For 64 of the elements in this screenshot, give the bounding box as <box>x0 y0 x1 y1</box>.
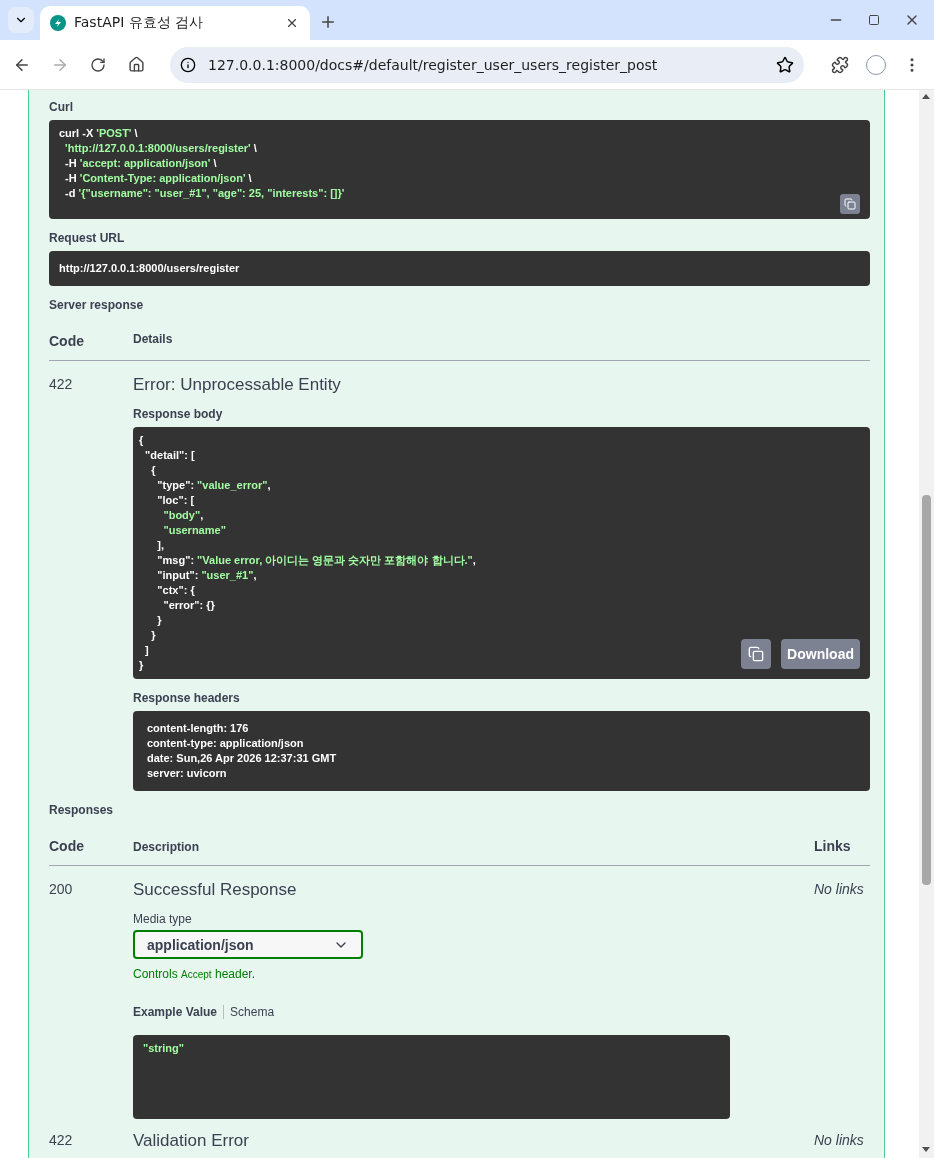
download-button[interactable]: Download <box>781 639 860 669</box>
address-bar[interactable]: 127.0.0.1:8000/docs#/default/register_user_users_register_post <box>170 46 804 83</box>
section-label: Curl <box>49 100 74 114</box>
column-header: Code <box>49 838 84 854</box>
links-text: No links <box>814 1132 864 1148</box>
code-line: 'http://127.0.0.1:8000/users/register' \ <box>64 141 257 156</box>
code-line: "msg": "Value error, 아이디는 영문과 숫자만 포함해야 합니다.", <box>156 553 476 568</box>
code-line: "detail": [ <box>144 448 195 463</box>
browser-tab[interactable]: FastAPI 유효성 검사 <box>40 6 310 40</box>
app-logo-icon <box>50 15 66 31</box>
star-icon[interactable] <box>776 55 794 74</box>
section-label: Server response <box>49 298 145 312</box>
code-line: -H 'accept: application/json' \ <box>64 156 217 171</box>
header-line: date: Sun,26 Apr 2026 12:37:31 GMT <box>147 751 337 766</box>
code-line: } <box>156 613 162 628</box>
code-line: "ctx": { <box>156 583 195 598</box>
code-line: curl -X 'POST' \ <box>59 126 138 141</box>
code-line: "loc": [ <box>156 493 195 508</box>
field-label: Media type <box>133 912 193 926</box>
header-line: content-length: 176 <box>147 721 249 736</box>
copy-button[interactable] <box>741 639 772 669</box>
code-line: "input": "user_#1", <box>156 568 257 583</box>
header-line: content-type: application/json <box>147 736 304 751</box>
code-line: { <box>139 433 144 448</box>
info-icon[interactable] <box>180 56 196 73</box>
address-text: 127.0.0.1:8000/docs#/default/register_user_users_register_post <box>208 56 659 73</box>
response-title: Validation Error <box>133 1131 250 1151</box>
column-header: Links <box>814 838 851 854</box>
code-line: "body", <box>162 508 204 523</box>
copy-icon <box>748 646 765 662</box>
example-tab[interactable]: Schema <box>224 1005 281 1019</box>
code-line: } <box>139 658 144 673</box>
example-value: "string" <box>143 1041 184 1056</box>
tab-title: FastAPI 유효성 검사 <box>74 14 205 32</box>
links-text: No links <box>814 881 864 897</box>
controls-note: Controls Accept header. <box>133 967 256 981</box>
header-line: server: uvicorn <box>147 766 227 781</box>
column-header: Code <box>49 333 84 349</box>
code-line: ] <box>144 643 149 658</box>
status-code: 422 <box>49 376 73 392</box>
code-line: "username" <box>162 523 226 538</box>
code-line: "error": {} <box>162 598 215 613</box>
section-label: Responses <box>49 803 115 817</box>
code-line: { <box>150 463 156 478</box>
status-code: 200 <box>49 881 73 897</box>
code-line: } <box>150 628 156 643</box>
response-title: Error: Unprocessable Entity <box>133 375 342 395</box>
media-type-select[interactable]: application/json <box>133 930 363 959</box>
tab-search-button[interactable] <box>8 7 34 33</box>
response-title: Successful Response <box>133 880 298 900</box>
section-label: Response headers <box>133 691 241 705</box>
copy-icon <box>844 198 856 210</box>
status-code: 422 <box>49 1132 73 1148</box>
code-line: ], <box>156 538 165 553</box>
code-line: -H 'Content-Type: application/json' \ <box>64 171 252 186</box>
column-header: Description <box>133 840 199 854</box>
section-label: Request URL <box>49 231 126 245</box>
column-header: Details <box>133 332 173 348</box>
example-tab[interactable]: Example Value <box>133 1005 225 1019</box>
scrollbar[interactable] <box>919 90 934 1158</box>
section-label: Response body <box>133 407 224 421</box>
code-line: -d '{"username": "user_#1", "age": 25, "interests": []}' <box>64 186 345 201</box>
code-line: "type": "value_error", <box>156 478 271 493</box>
request-url: http://127.0.0.1:8000/users/register <box>59 261 240 276</box>
